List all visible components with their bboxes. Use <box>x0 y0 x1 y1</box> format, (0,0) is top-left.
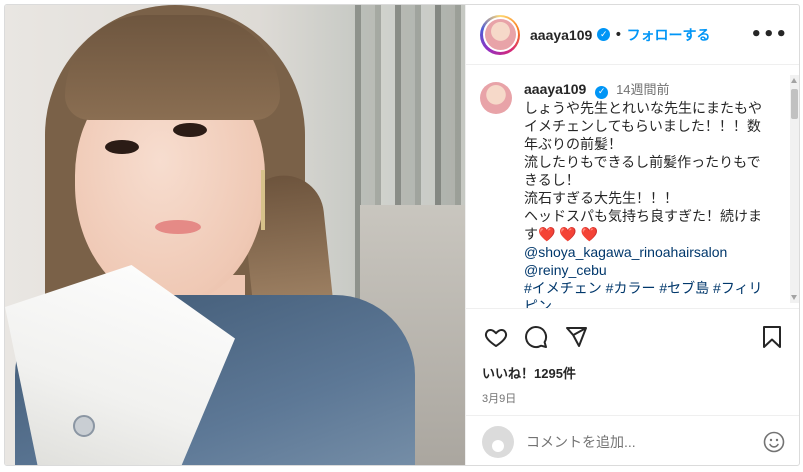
avatar-inner <box>482 17 518 52</box>
caption-header-line: aaaya109 ✓ 14週間前 <box>524 80 786 99</box>
vest-button <box>73 415 95 437</box>
comment-button[interactable] <box>522 323 550 351</box>
scroll-up-arrow-icon[interactable] <box>791 78 797 83</box>
mention-link[interactable]: @shoya_kagawa_rinoahairsalon <box>524 243 786 261</box>
caption-line: きるし！ <box>524 172 580 188</box>
avatar-head <box>492 439 504 452</box>
caption-row: aaaya109 ✓ 14週間前 しょうや先生とれいな先生にまたもや イメチェン… <box>480 80 786 308</box>
left-eye <box>105 140 139 154</box>
post-photo[interactable] <box>5 5 465 465</box>
caption-line-hearts: す❤️ ❤️ ❤️ <box>524 225 786 243</box>
paper-plane-icon <box>566 327 587 347</box>
scroll-thumb[interactable] <box>791 89 798 119</box>
caption-line: しょうや先生とれいな先生にまたもや <box>524 100 762 116</box>
viewer-avatar-icon <box>482 425 514 458</box>
caption-line: イメチェンしてもらいました！！！数 <box>524 118 761 134</box>
like-count[interactable]: いいね！1295件 <box>482 363 786 382</box>
bangs <box>65 15 280 120</box>
like-button[interactable] <box>482 323 510 351</box>
caption-scrollbar[interactable] <box>790 75 799 303</box>
smiley-icon[interactable] <box>762 430 786 454</box>
avatar-image <box>484 19 516 50</box>
caption-line: ヘッドスパも気持ち良すぎた！続けま <box>524 208 762 224</box>
heart-outline-icon <box>484 329 508 347</box>
caption-area: aaaya109 ✓ 14週間前 しょうや先生とれいな先生にまたもや イメチェン… <box>466 66 799 308</box>
caption-avatar[interactable] <box>480 82 512 114</box>
post-actions: いいね！1295件 3月9日 <box>466 308 799 406</box>
hashtag-links-cut[interactable]: ピン <box>524 297 786 308</box>
lips <box>155 220 201 234</box>
action-icons-row <box>482 321 786 353</box>
comment-input[interactable] <box>526 433 762 450</box>
mention-link[interactable]: @reiny_cebu <box>524 261 786 279</box>
caption-line: 年ぶりの前髪！ <box>524 136 622 152</box>
comment-bubble-icon <box>525 326 548 349</box>
hearts-emoji: ❤️ ❤️ ❤️ <box>538 226 599 242</box>
separator: • <box>614 26 623 43</box>
hashtag-links[interactable]: #イメチェン #カラー #セブ島 #フィリ <box>524 279 786 297</box>
caption-verified-icon: ✓ <box>595 85 609 99</box>
post-header: aaaya109 ✓ • フォローする ••• <box>466 5 799 65</box>
caption-time[interactable]: 14週間前 <box>616 82 669 97</box>
bookmark-icon <box>763 326 781 348</box>
instagram-embed: aaaya109 ✓ • フォローする ••• aaaya109 ✓ 14週間前… <box>4 4 800 466</box>
follow-button[interactable]: フォローする <box>627 25 711 45</box>
caption-username[interactable]: aaaya109 <box>524 81 586 97</box>
more-options-icon[interactable]: ••• <box>750 24 788 45</box>
caption-text: aaaya109 ✓ 14週間前 しょうや先生とれいな先生にまたもや イメチェン… <box>524 80 786 308</box>
caption-line: 流したりもできるし前髪作ったりもで <box>524 154 761 170</box>
caption-last-char: す <box>524 226 538 242</box>
scroll-down-arrow-icon[interactable] <box>791 295 797 300</box>
earring <box>261 170 265 230</box>
add-comment-bar <box>466 415 799 465</box>
verified-badge-icon: ✓ <box>597 28 611 41</box>
post-date[interactable]: 3月9日 <box>482 390 786 406</box>
caption-line: 流石すぎる大先生！！！ <box>524 190 678 206</box>
save-button[interactable] <box>758 323 786 351</box>
right-eye <box>173 123 207 137</box>
author-username[interactable]: aaaya109 <box>530 27 592 43</box>
share-button[interactable] <box>562 323 590 351</box>
post-side-panel: aaaya109 ✓ • フォローする ••• aaaya109 ✓ 14週間前… <box>465 5 799 465</box>
author-avatar[interactable] <box>480 14 520 55</box>
